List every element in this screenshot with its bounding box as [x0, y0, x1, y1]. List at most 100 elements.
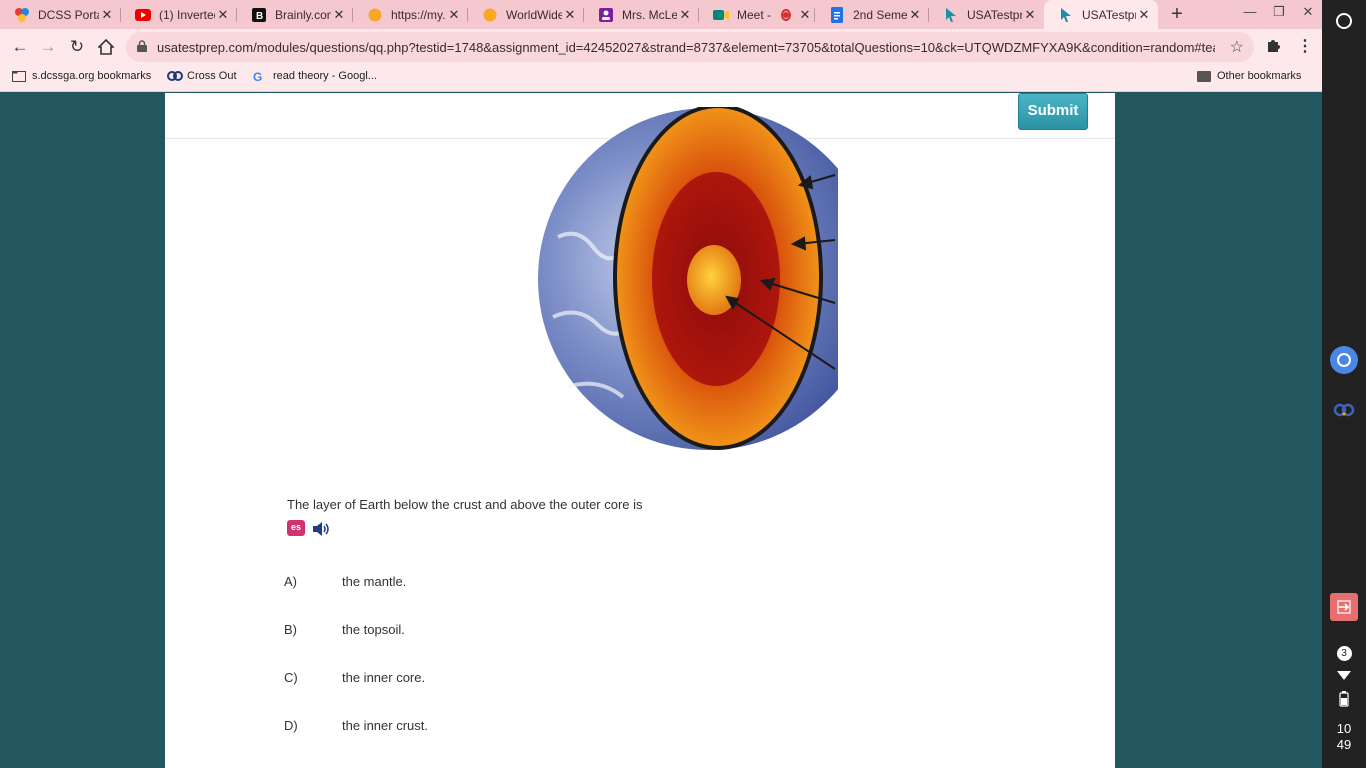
back-icon[interactable]: ← [8, 35, 32, 59]
menu-icon[interactable]: ⋮ [1297, 36, 1313, 56]
answer-option-c[interactable]: C) the inner core. [284, 670, 425, 685]
close-icon[interactable]: ✕ [907, 7, 923, 23]
bookmark-label: Cross Out [187, 70, 237, 82]
tab-youtube[interactable]: (1) Inverted ✕ [121, 0, 237, 29]
bookmark-label: read theory - Googl... [273, 70, 377, 82]
answer-letter: B) [284, 622, 297, 637]
question-tools: es [287, 520, 331, 538]
notification-count: 3 [1336, 646, 1352, 661]
question-text: The layer of Earth below the crust and a… [287, 497, 643, 512]
folder-icon [1197, 70, 1211, 82]
circle-icon [367, 7, 383, 23]
close-icon[interactable]: ✕ [331, 7, 347, 23]
circle-icon [482, 7, 498, 23]
close-icon[interactable]: ✕ [797, 7, 813, 23]
tab-usatestprep[interactable]: USATestpre ✕ [929, 0, 1044, 29]
tab-brainly[interactable]: B Brainly.com ✕ [237, 0, 353, 29]
close-icon[interactable]: ✕ [99, 7, 115, 23]
tab-docs[interactable]: 2nd Semest ✕ [815, 0, 929, 29]
minimize-icon[interactable]: — [1238, 4, 1262, 24]
close-icon[interactable]: ✕ [446, 7, 462, 23]
close-window-icon[interactable]: ✕ [1296, 4, 1320, 24]
svg-text:B: B [256, 11, 263, 22]
extensions-icon[interactable] [1265, 36, 1281, 56]
tab-title: https://my.l [391, 7, 446, 22]
tab-title: 2nd Semest [853, 7, 907, 22]
answer-letter: A) [284, 574, 297, 589]
reload-icon[interactable]: ↻ [65, 35, 89, 59]
notification-badge[interactable]: 3 [1322, 643, 1366, 661]
url-text: usatestprep.com/modules/questions/qq.php… [157, 40, 1215, 55]
bookmark-star-icon[interactable]: ☆ [1230, 37, 1244, 57]
answer-option-b[interactable]: B) the topsoil. [284, 622, 405, 637]
tab-meet[interactable]: Meet - u ✕ [699, 0, 815, 29]
tab-title: Brainly.com [275, 7, 331, 22]
portal-icon [14, 7, 30, 23]
battery-icon[interactable] [1322, 691, 1366, 712]
answer-text: the inner core. [342, 670, 426, 685]
earth-layers-diagram [538, 107, 838, 450]
browser-toolbar: ← → ↻ usatestprep.com/modules/questions/… [0, 29, 1322, 64]
clock[interactable]: 10 49 [1322, 721, 1366, 753]
other-bookmarks[interactable]: Other bookmarks [1197, 70, 1301, 82]
os-shelf: 3 10 49 [1322, 0, 1366, 768]
brainly-icon: B [251, 7, 267, 23]
tab-worldwide[interactable]: WorldWideT ✕ [468, 0, 584, 29]
restore-icon[interactable]: ❐ [1267, 4, 1291, 24]
recording-icon [781, 8, 791, 21]
close-icon[interactable]: ✕ [1136, 7, 1152, 23]
owl-icon [167, 70, 183, 82]
exit-app-icon[interactable] [1322, 593, 1366, 626]
speaker-icon[interactable] [311, 520, 331, 538]
youtube-icon [135, 7, 151, 23]
close-icon[interactable]: ✕ [677, 7, 693, 23]
spanish-translate-icon[interactable]: es [287, 520, 305, 536]
meet-icon [713, 7, 729, 23]
bookmarks-bar: s.dcssga.org bookmarks Cross Out G read … [0, 64, 1322, 92]
answer-text: the topsoil. [342, 622, 405, 637]
tab-my-l[interactable]: https://my.l ✕ [353, 0, 468, 29]
tab-usatestprep-active[interactable]: USATestpre ✕ [1044, 0, 1158, 29]
forward-icon[interactable]: → [36, 35, 60, 59]
google-icon: G [253, 70, 263, 84]
new-tab-button[interactable]: + [1166, 3, 1188, 25]
bookmark-cross-out[interactable]: Cross Out [167, 70, 237, 82]
browser-window: DCSS Portal ✕ (1) Inverted ✕ B Brainly.c… [0, 0, 1322, 768]
tab-dcss-portal[interactable]: DCSS Portal ✕ [0, 0, 121, 29]
lock-icon [137, 40, 147, 52]
close-icon[interactable]: ✕ [1022, 7, 1038, 23]
answer-letter: D) [284, 718, 298, 733]
close-icon[interactable]: ✕ [562, 7, 578, 23]
tab-title: USATestpre [967, 7, 1022, 22]
bookmark-label: Other bookmarks [1217, 70, 1302, 82]
docs-icon [829, 6, 845, 23]
tab-strip: DCSS Portal ✕ (1) Inverted ✕ B Brainly.c… [0, 0, 1322, 29]
answer-text: the mantle. [342, 574, 407, 589]
wifi-icon[interactable] [1322, 668, 1366, 686]
tab-title: USATestpre [1082, 7, 1136, 22]
classroom-icon [598, 7, 614, 23]
clock-minute: 49 [1336, 737, 1352, 752]
answer-letter: C) [284, 670, 298, 685]
clock-hour: 10 [1336, 721, 1352, 736]
bookmark-folder-sdcssga[interactable]: s.dcssga.org bookmarks [12, 70, 151, 82]
answer-text: the inner crust. [342, 718, 428, 733]
tab-classroom[interactable]: Mrs. McLest ✕ [584, 0, 699, 29]
cursor-icon [943, 7, 959, 23]
folder-icon [12, 70, 26, 82]
launcher-icon[interactable] [1322, 11, 1366, 36]
answer-option-d[interactable]: D) the inner crust. [284, 718, 428, 733]
owl-app-icon[interactable] [1322, 402, 1366, 423]
chrome-app-icon[interactable] [1322, 345, 1366, 380]
tab-title: WorldWideT [506, 7, 562, 22]
question-page: Submit The layer of Earth below the crus… [165, 93, 1115, 768]
home-icon[interactable] [94, 35, 118, 59]
bookmark-read-theory[interactable]: G read theory - Googl... [253, 70, 377, 84]
tab-title: Mrs. McLest [622, 7, 677, 22]
close-icon[interactable]: ✕ [215, 7, 231, 23]
submit-button[interactable]: Submit [1018, 93, 1088, 130]
tab-title: (1) Inverted [159, 7, 215, 22]
address-bar[interactable]: usatestprep.com/modules/questions/qq.php… [126, 32, 1254, 62]
answer-option-a[interactable]: A) the mantle. [284, 574, 406, 589]
cursor-icon [1058, 7, 1074, 23]
